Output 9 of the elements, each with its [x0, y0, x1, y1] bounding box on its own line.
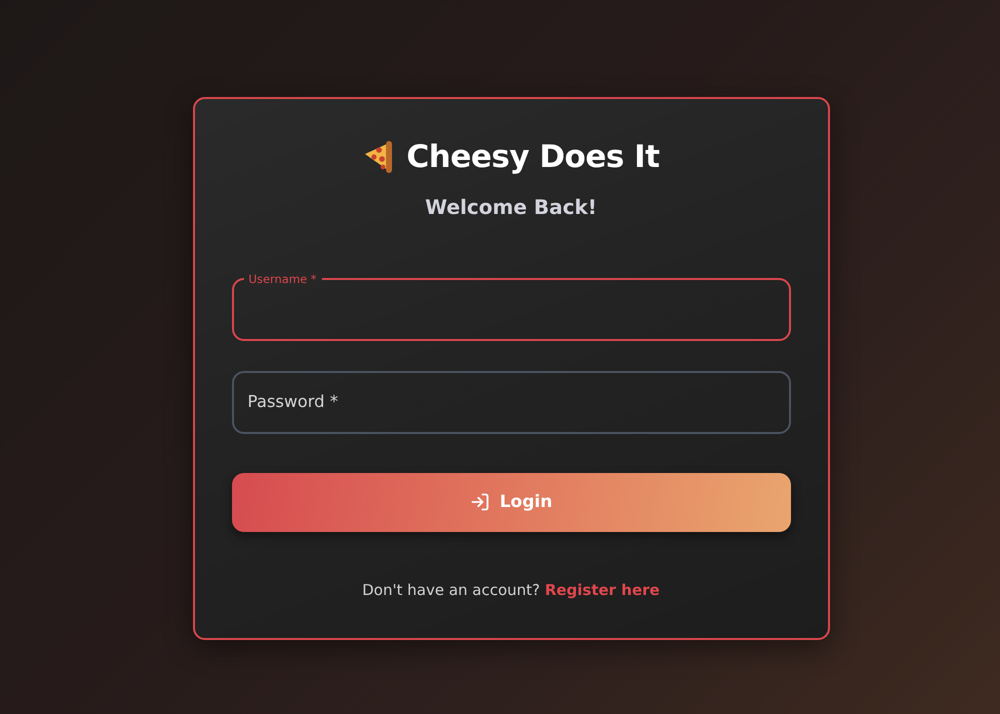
input-field[interactable]: Password *	[232, 370, 790, 434]
welcome-heading: Welcome Back!	[425, 194, 597, 220]
pizza-slice-icon	[362, 140, 394, 174]
register-prompt: Don't have an account? Register here	[362, 580, 660, 600]
login-button[interactable]: Login	[232, 472, 790, 532]
field-label: Password *	[248, 391, 338, 413]
app-title: Cheesy Does It	[406, 138, 660, 176]
login-icon	[470, 492, 490, 512]
register-link[interactable]: Register here	[544, 580, 660, 598]
